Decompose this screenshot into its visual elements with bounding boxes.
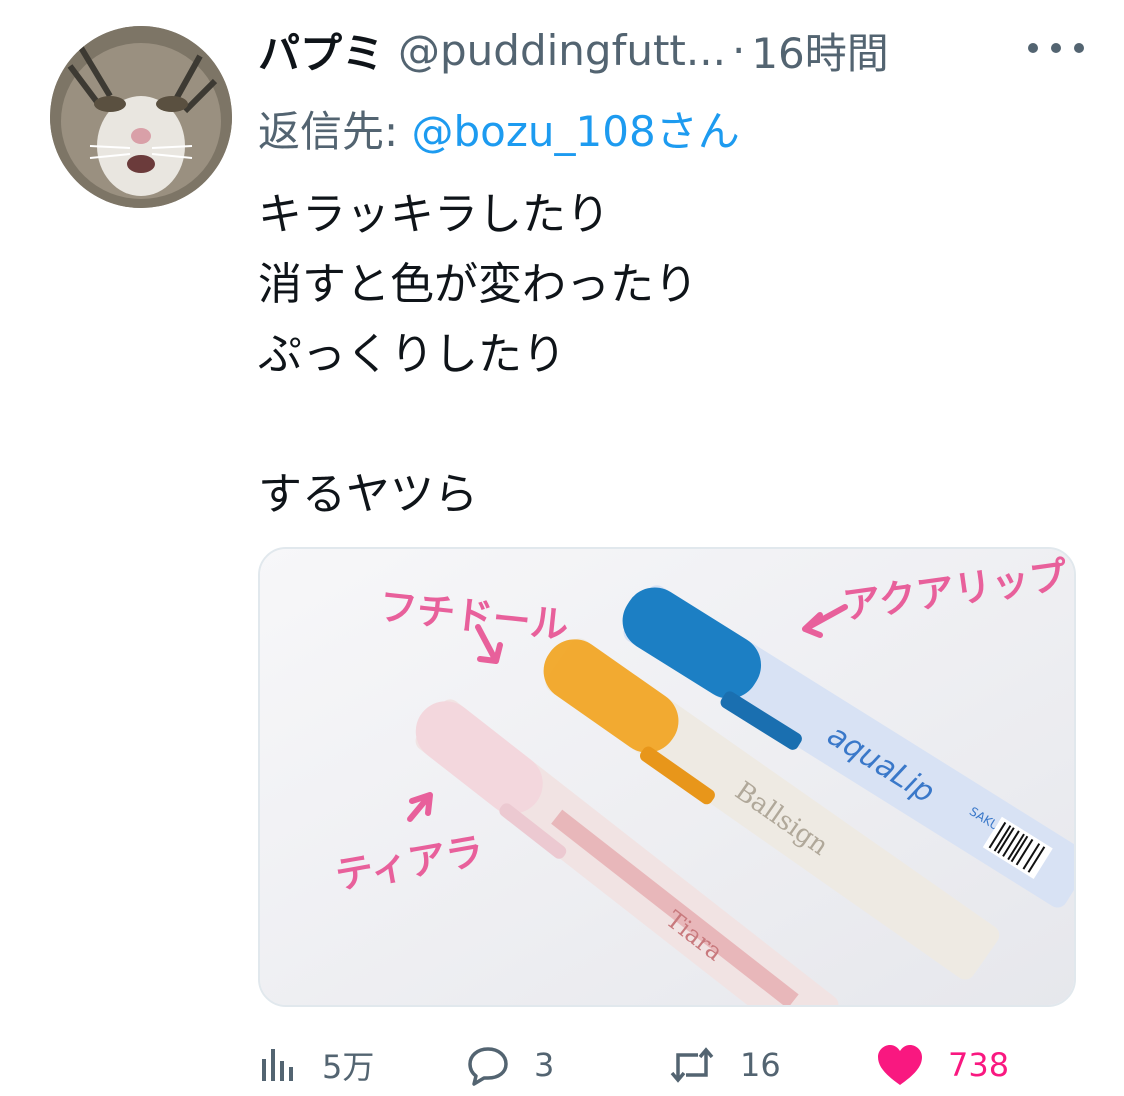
- views-button[interactable]: 5万: [258, 1038, 374, 1092]
- tweet-text-line: するヤツら: [258, 469, 478, 520]
- user-handle[interactable]: @puddingfutt...: [398, 26, 726, 75]
- timestamp[interactable]: 16時間: [751, 20, 888, 81]
- tweet-text: キラッキラしたり 消すと色が変わったり ぷっくりしたり するヤツら: [258, 180, 698, 530]
- tweet-text-line: キラッキラしたり: [258, 189, 610, 240]
- reply-prefix: 返信先:: [258, 107, 399, 156]
- tweet-header: パプミ @puddingfutt... · 16時間: [258, 22, 1084, 78]
- tweet-actions: 5万 3 16 738: [258, 1038, 1038, 1092]
- retweet-count: 16: [740, 1046, 781, 1084]
- avatar[interactable]: [50, 26, 232, 208]
- tweet-text-line: 消すと色が変わったり: [258, 259, 698, 310]
- retweet-icon: [670, 1047, 714, 1083]
- reply-count: 3: [534, 1046, 555, 1084]
- tweet-text-line: [258, 390, 698, 460]
- views-count: 5万: [322, 1048, 375, 1086]
- reply-mention[interactable]: @bozu_108さん: [412, 107, 740, 156]
- analytics-icon: [262, 1049, 293, 1081]
- heart-icon: [878, 1045, 922, 1085]
- separator: ·: [731, 25, 746, 75]
- more-icon[interactable]: [1028, 28, 1084, 68]
- tweet: パプミ @puddingfutt... · 16時間 返信先: @bozu_10…: [0, 0, 1124, 1096]
- like-count: 738: [948, 1046, 1010, 1084]
- tweet-text-line: ぷっくりしたり: [258, 329, 566, 380]
- retweet-button[interactable]: 16: [668, 1038, 781, 1092]
- display-name[interactable]: パプミ: [258, 20, 384, 81]
- reply-button[interactable]: 3: [466, 1038, 554, 1092]
- like-button[interactable]: 738: [876, 1038, 1009, 1092]
- reply-to: 返信先: @bozu_108さん: [258, 98, 740, 159]
- tweet-media-image[interactable]: aquaLip SAKURA Ballsign Tiara フチドール アクアリ…: [258, 547, 1076, 1007]
- reply-icon: [468, 1047, 508, 1086]
